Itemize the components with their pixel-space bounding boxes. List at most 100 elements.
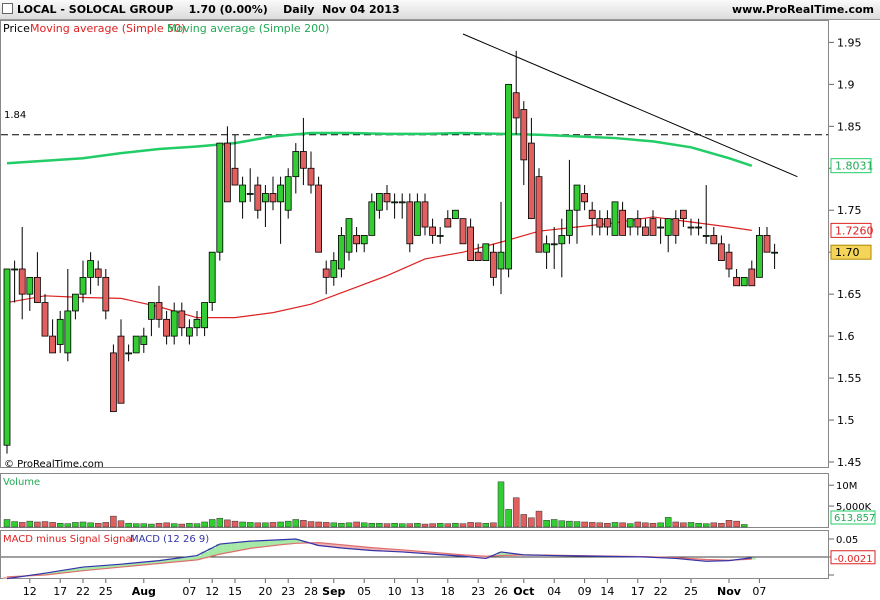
x-tick-label: Aug xyxy=(132,585,156,598)
volume-bar xyxy=(406,523,414,528)
volume-bar xyxy=(459,523,467,528)
volume-bar xyxy=(102,522,110,528)
volume-bar xyxy=(345,522,353,528)
candle-body xyxy=(72,293,79,312)
candle-body xyxy=(292,151,300,178)
candle-body xyxy=(132,335,140,354)
ma50-value-tag: 1.7260 xyxy=(835,224,874,237)
candle-body xyxy=(664,218,672,236)
candle-body xyxy=(451,209,459,220)
legend-price: Price xyxy=(3,22,30,35)
candle-body xyxy=(284,176,292,211)
chart-title: LOCAL - SOLOCAL GROUP 1.70 (0.00%) Daily… xyxy=(2,3,400,16)
volume-panel[interactable] xyxy=(0,473,829,528)
volume-bar xyxy=(292,519,300,528)
volume-bar xyxy=(193,523,201,528)
x-tick-label: 13 xyxy=(410,585,424,598)
candle-body xyxy=(588,209,596,220)
candle-body xyxy=(740,276,748,287)
candle-body xyxy=(748,268,756,287)
price-tick-label: 1.5 xyxy=(837,414,855,427)
candle-body xyxy=(489,251,497,278)
volume-bar xyxy=(710,522,718,528)
candle-body xyxy=(413,201,421,236)
candle-body xyxy=(102,276,110,312)
candle-body xyxy=(520,109,528,161)
candle-body xyxy=(178,310,186,329)
price-chart[interactable]: 12 17 22 25 Aug 07 12 15 20 23 28 Sep 05 10 13 18 23 26 Oc… xyxy=(0,20,880,600)
x-tick-label: 07 xyxy=(752,585,766,598)
candle-body xyxy=(34,276,41,303)
volume-bar xyxy=(49,522,56,528)
price-value-tag: 1.70 xyxy=(835,246,860,259)
chart-menu-icon[interactable] xyxy=(2,3,13,14)
x-tick-label: 23 xyxy=(471,585,485,598)
ma200-value-tag: 1.8031 xyxy=(835,160,874,173)
candle-body xyxy=(26,276,34,295)
volume-bar xyxy=(338,522,345,528)
candle-body xyxy=(497,251,505,270)
candle-body xyxy=(368,201,376,236)
site-link[interactable]: www.ProRealTime.com xyxy=(732,3,874,16)
candle-body xyxy=(246,193,254,195)
candle-body xyxy=(391,201,399,204)
candle-body xyxy=(459,218,467,245)
volume-tick-label: 10M xyxy=(836,481,857,492)
volume-bar xyxy=(117,520,125,528)
x-tick-label: 04 xyxy=(547,585,561,598)
volume-bar xyxy=(315,521,322,528)
volume-bar xyxy=(307,521,315,528)
candle-body xyxy=(147,302,155,320)
x-tick-label: 25 xyxy=(684,585,698,598)
price-tick-label: 1.65 xyxy=(837,288,862,301)
volume-bar xyxy=(429,523,436,528)
volume-bar xyxy=(322,522,330,528)
volume-bar xyxy=(657,522,664,528)
symbol-name: LOCAL - SOLOCAL GROUP xyxy=(17,3,174,16)
volume-bar xyxy=(634,521,642,528)
volume-bar xyxy=(626,523,634,528)
candle-body xyxy=(702,235,710,237)
x-tick-label: 22 xyxy=(654,585,668,598)
candle-body xyxy=(687,226,695,229)
x-tick-label: 15 xyxy=(228,585,242,598)
candle-body xyxy=(345,218,353,253)
volume-bar xyxy=(414,522,421,528)
candle-body xyxy=(482,243,490,261)
candle-body xyxy=(429,226,437,236)
volume-bar xyxy=(558,520,566,528)
volume-bar xyxy=(687,522,695,528)
candle-body xyxy=(56,318,64,345)
volume-bar xyxy=(125,522,132,528)
price-panel[interactable] xyxy=(0,20,829,468)
candle-body xyxy=(763,235,771,253)
candle-body xyxy=(710,235,718,245)
volume-bar xyxy=(391,522,398,528)
candle-body xyxy=(330,260,338,278)
volume-bar xyxy=(550,519,558,528)
candle-body xyxy=(185,327,193,337)
candle-body xyxy=(725,251,733,270)
candle-body xyxy=(611,201,619,236)
volume-bar xyxy=(604,522,611,528)
volume-bar xyxy=(224,519,231,528)
x-tick-label: 25 xyxy=(99,585,113,598)
volume-bar xyxy=(725,520,733,528)
volume-bar xyxy=(155,522,163,528)
candle-body xyxy=(512,92,520,119)
volume-bar xyxy=(596,522,604,528)
volume-bar xyxy=(201,521,208,528)
price-tick-label: 1.45 xyxy=(837,456,862,469)
candle-body xyxy=(634,218,642,228)
x-tick-label: 17 xyxy=(53,585,67,598)
candle-body xyxy=(505,83,513,270)
candle-body xyxy=(315,184,323,253)
volume-bar xyxy=(695,522,702,528)
volume-last-value: 613,857 xyxy=(834,513,875,524)
volume-bar xyxy=(208,519,216,528)
volume-bar xyxy=(474,522,482,528)
candle-body xyxy=(756,235,763,278)
volume-bar xyxy=(611,522,619,528)
volume-bar xyxy=(140,523,148,528)
x-tick-label: 10 xyxy=(388,585,402,598)
